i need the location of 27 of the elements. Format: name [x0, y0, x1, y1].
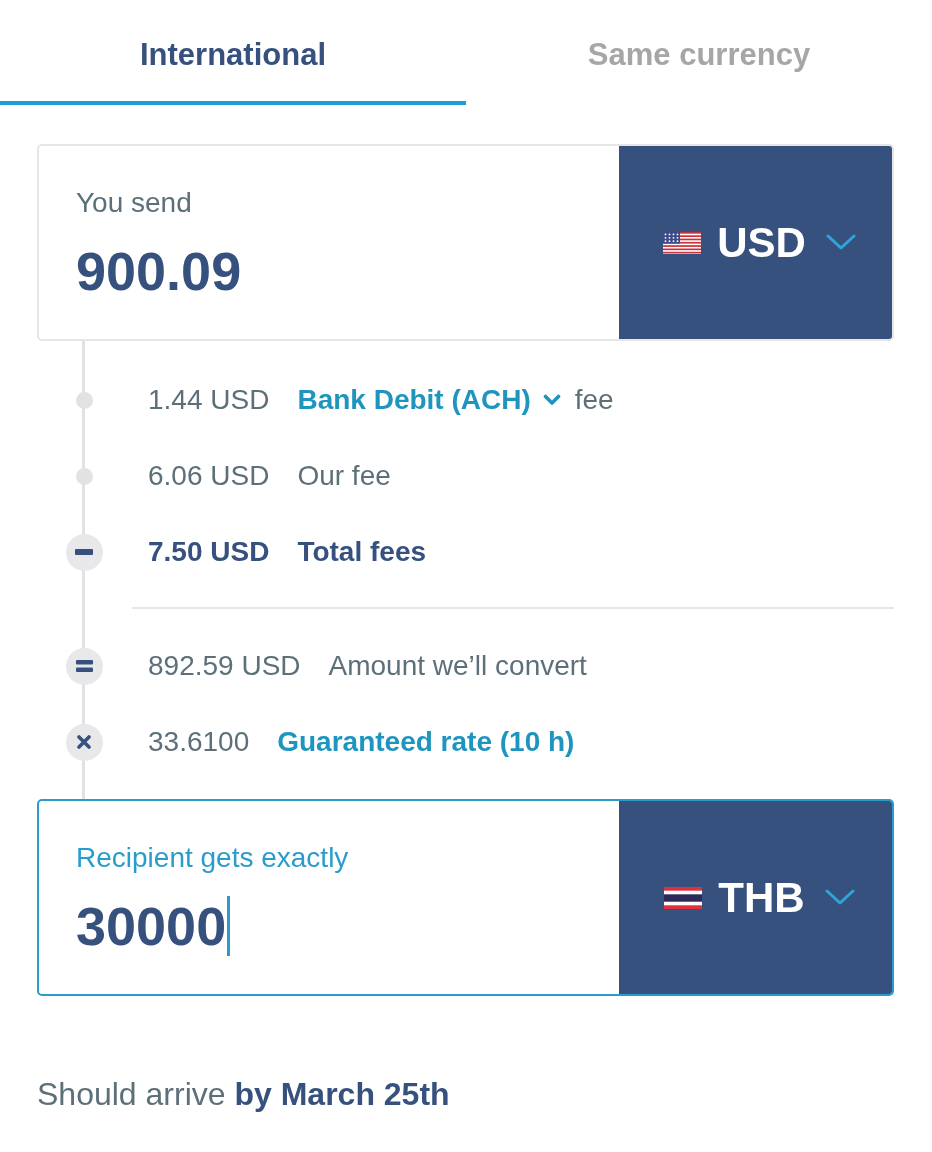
amount-input[interactable]: 900.09: [76, 240, 242, 302]
fee-suffix: fee: [574, 383, 614, 417]
conversion-amount: 33.6100: [148, 725, 250, 759]
fee-label: Our fee: [297, 459, 391, 493]
currency-select[interactable]: THB: [619, 801, 892, 994]
amount-label: Recipient gets exactly: [76, 841, 349, 875]
fee-label: Total fees: [297, 535, 427, 569]
minus-icon: [65, 533, 103, 571]
fee-amount: 1.44 USD: [148, 383, 270, 417]
chevron-down-icon: [825, 234, 856, 251]
currency-select[interactable]: USD: [619, 146, 892, 339]
flag-icon: [664, 886, 703, 909]
amount-input[interactable]: 30000: [76, 895, 231, 957]
fee-amount: 6.06 USD: [148, 459, 270, 493]
multiply-icon: [65, 723, 103, 761]
timeline-dot-icon: [75, 467, 93, 485]
chevron-down-icon: [824, 889, 855, 906]
conversion-amount: 892.59 USD: [148, 649, 301, 683]
timeline-dot-icon: [75, 391, 93, 409]
conversion-label: Amount we’ll convert: [328, 649, 587, 683]
text-cursor-icon: [227, 896, 231, 956]
fee-amount: 7.50 USD: [148, 535, 270, 569]
flag-icon: [663, 231, 702, 254]
equals-icon: [65, 647, 103, 685]
arrival-text: Should arrive by March 25th: [37, 1075, 451, 1114]
tab[interactable]: International: [0, 0, 466, 105]
amount-label: You send: [76, 186, 192, 220]
